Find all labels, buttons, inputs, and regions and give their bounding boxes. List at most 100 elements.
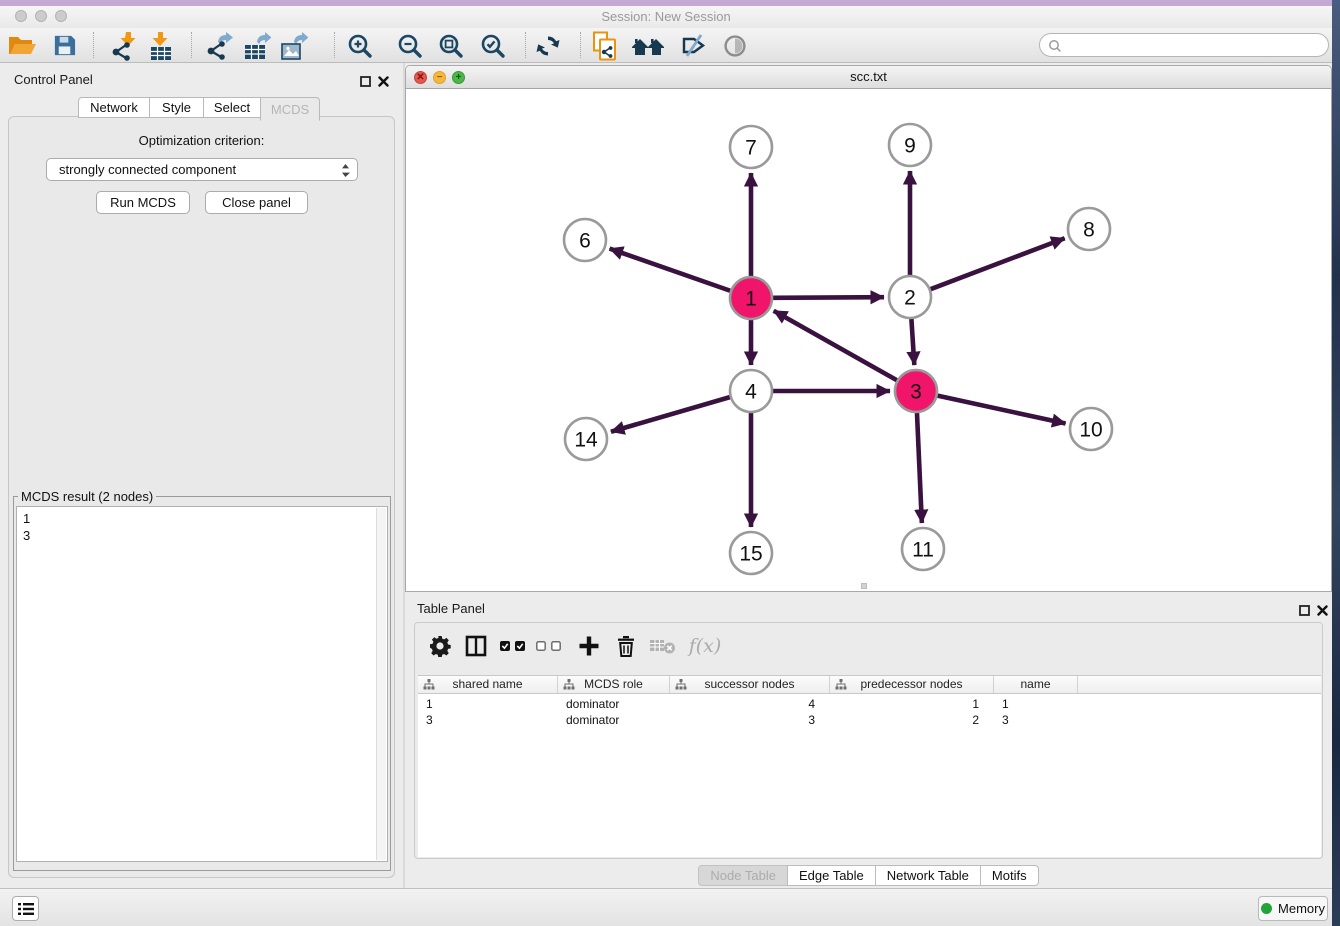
- table-toolbar: f(x): [415, 623, 1322, 667]
- application-window: Session: New Session: [0, 0, 1340, 926]
- svg-text:7: 7: [745, 137, 757, 160]
- close-panel-icon[interactable]: [378, 74, 389, 92]
- deselect-all-checkboxes-icon[interactable]: [533, 631, 563, 661]
- edge-3-10[interactable]: [937, 396, 1065, 424]
- tab-motifs[interactable]: Motifs: [980, 865, 1039, 886]
- tab-mcds[interactable]: MCDS: [260, 97, 320, 121]
- hide-labels-icon[interactable]: [676, 31, 710, 60]
- svg-text:10: 10: [1079, 419, 1102, 442]
- graph-node-8[interactable]: 8: [1068, 208, 1110, 250]
- column-header-shared-name[interactable]: shared name: [418, 676, 558, 693]
- export-table-icon[interactable]: [240, 31, 274, 60]
- save-session-icon[interactable]: [47, 31, 81, 60]
- column-header-name[interactable]: name: [994, 676, 1078, 693]
- select-all-checkboxes-icon[interactable]: [497, 631, 527, 661]
- toolbar-separator: [93, 32, 94, 58]
- graph-node-2[interactable]: 2: [889, 276, 931, 318]
- show-all-networks-icon[interactable]: [631, 31, 665, 60]
- mcds-result-text: 1 3: [17, 507, 387, 547]
- svg-text:1: 1: [745, 288, 757, 311]
- network-resize-handle[interactable]: [861, 583, 867, 589]
- edge-1-6[interactable]: [610, 249, 731, 291]
- optimization-criterion-label: Optimization criterion:: [9, 133, 394, 148]
- graph-node-10[interactable]: 10: [1070, 408, 1112, 450]
- table-cell: 2: [830, 712, 994, 728]
- status-bar: Memory: [0, 888, 1332, 926]
- network-view-window: ✕ − + scc.txt 1234678910111415: [405, 65, 1332, 592]
- import-table-icon[interactable]: [144, 31, 178, 60]
- edge-1-2[interactable]: [773, 297, 884, 298]
- show-column-icon[interactable]: [461, 631, 491, 661]
- svg-text:9: 9: [904, 135, 916, 158]
- add-column-icon[interactable]: [574, 631, 604, 661]
- graph-node-6[interactable]: 6: [564, 219, 606, 261]
- tab-select[interactable]: Select: [203, 97, 261, 118]
- float-table-panel-icon[interactable]: [1299, 603, 1310, 621]
- zoom-selected-icon[interactable]: [476, 31, 510, 60]
- graph-node-15[interactable]: 15: [730, 532, 772, 574]
- search-input[interactable]: [1066, 35, 1322, 55]
- criterion-dropdown[interactable]: strongly connected component: [46, 158, 358, 181]
- memory-button[interactable]: Memory: [1258, 896, 1328, 921]
- edge-2-3[interactable]: [911, 319, 914, 365]
- edge-3-1[interactable]: [774, 311, 897, 380]
- desktop-wallpaper-strip: [1332, 0, 1340, 926]
- table-cell: 1: [830, 696, 994, 712]
- svg-text:8: 8: [1083, 219, 1095, 242]
- clone-network-icon[interactable]: [588, 31, 622, 60]
- column-header-MCDS-role[interactable]: MCDS role: [558, 676, 670, 693]
- tab-node-table[interactable]: Node Table: [698, 865, 788, 886]
- mac-titlebar: Session: New Session: [0, 6, 1332, 28]
- table-cell: 4: [670, 696, 830, 712]
- open-session-icon[interactable]: [5, 31, 39, 60]
- close-table-panel-icon[interactable]: [1317, 603, 1328, 621]
- export-image-icon[interactable]: [277, 31, 311, 60]
- toolbar-separator: [525, 32, 526, 58]
- task-history-button[interactable]: [12, 896, 39, 921]
- edge-4-14[interactable]: [611, 397, 730, 432]
- toolbar-separator: [191, 32, 192, 58]
- table-row[interactable]: 1dominator411: [418, 696, 1321, 712]
- mcds-panel: Optimization criterion: strongly connect…: [8, 116, 395, 878]
- export-network-icon[interactable]: [202, 31, 236, 60]
- table-header-row: shared nameMCDS rolesuccessor nodesprede…: [418, 675, 1321, 694]
- column-header-successor-nodes[interactable]: successor nodes: [670, 676, 830, 693]
- graph-node-9[interactable]: 9: [889, 124, 931, 166]
- graph-node-11[interactable]: 11: [902, 528, 944, 570]
- table-cell: 3: [418, 712, 558, 728]
- close-panel-button[interactable]: Close panel: [205, 191, 308, 214]
- tab-edge-table[interactable]: Edge Table: [787, 865, 876, 886]
- tab-style[interactable]: Style: [149, 97, 204, 118]
- graph-node-3[interactable]: 3: [895, 370, 937, 412]
- tab-network[interactable]: Network: [78, 97, 150, 118]
- column-header-predecessor-nodes[interactable]: predecessor nodes: [830, 676, 994, 693]
- table-panel-inner: f(x) shared nameMCDS rolesuccessor nodes…: [414, 622, 1323, 859]
- toggle-birds-eye-view-icon[interactable]: [718, 31, 752, 60]
- tab-network-table[interactable]: Network Table: [875, 865, 981, 886]
- result-scrollbar[interactable]: [376, 508, 386, 860]
- update-view-icon[interactable]: [531, 31, 565, 60]
- control-panel: Control Panel NetworkStyleSelectMCDS Opt…: [0, 63, 403, 888]
- svg-text:2: 2: [904, 287, 916, 310]
- edge-2-8[interactable]: [931, 238, 1065, 289]
- toolbar-separator: [580, 32, 581, 58]
- graph-node-14[interactable]: 14: [565, 418, 607, 460]
- graph-node-7[interactable]: 7: [730, 126, 772, 168]
- import-network-icon[interactable]: [107, 31, 141, 60]
- run-mcds-button[interactable]: Run MCDS: [96, 191, 190, 214]
- network-canvas[interactable]: 1 2 3 4 6 7 8 9 10 11 14 15: [406, 89, 1331, 591]
- mcds-result-area[interactable]: 1 3: [16, 506, 388, 862]
- graph-node-4[interactable]: 4: [730, 370, 772, 412]
- delete-column-icon[interactable]: [611, 631, 641, 661]
- graph-node-1[interactable]: 1: [730, 277, 772, 319]
- settings-gear-icon[interactable]: [425, 631, 455, 661]
- edge-3-11[interactable]: [917, 413, 922, 523]
- zoom-out-icon[interactable]: [393, 31, 427, 60]
- zoom-in-icon[interactable]: [343, 31, 377, 60]
- table-row[interactable]: 3dominator323: [418, 712, 1321, 728]
- toolbar-separator: [334, 32, 335, 58]
- control-panel-tabs: NetworkStyleSelectMCDS: [78, 97, 320, 121]
- search-box: [1039, 33, 1329, 57]
- zoom-fit-icon[interactable]: [434, 31, 468, 60]
- float-panel-icon[interactable]: [360, 74, 371, 92]
